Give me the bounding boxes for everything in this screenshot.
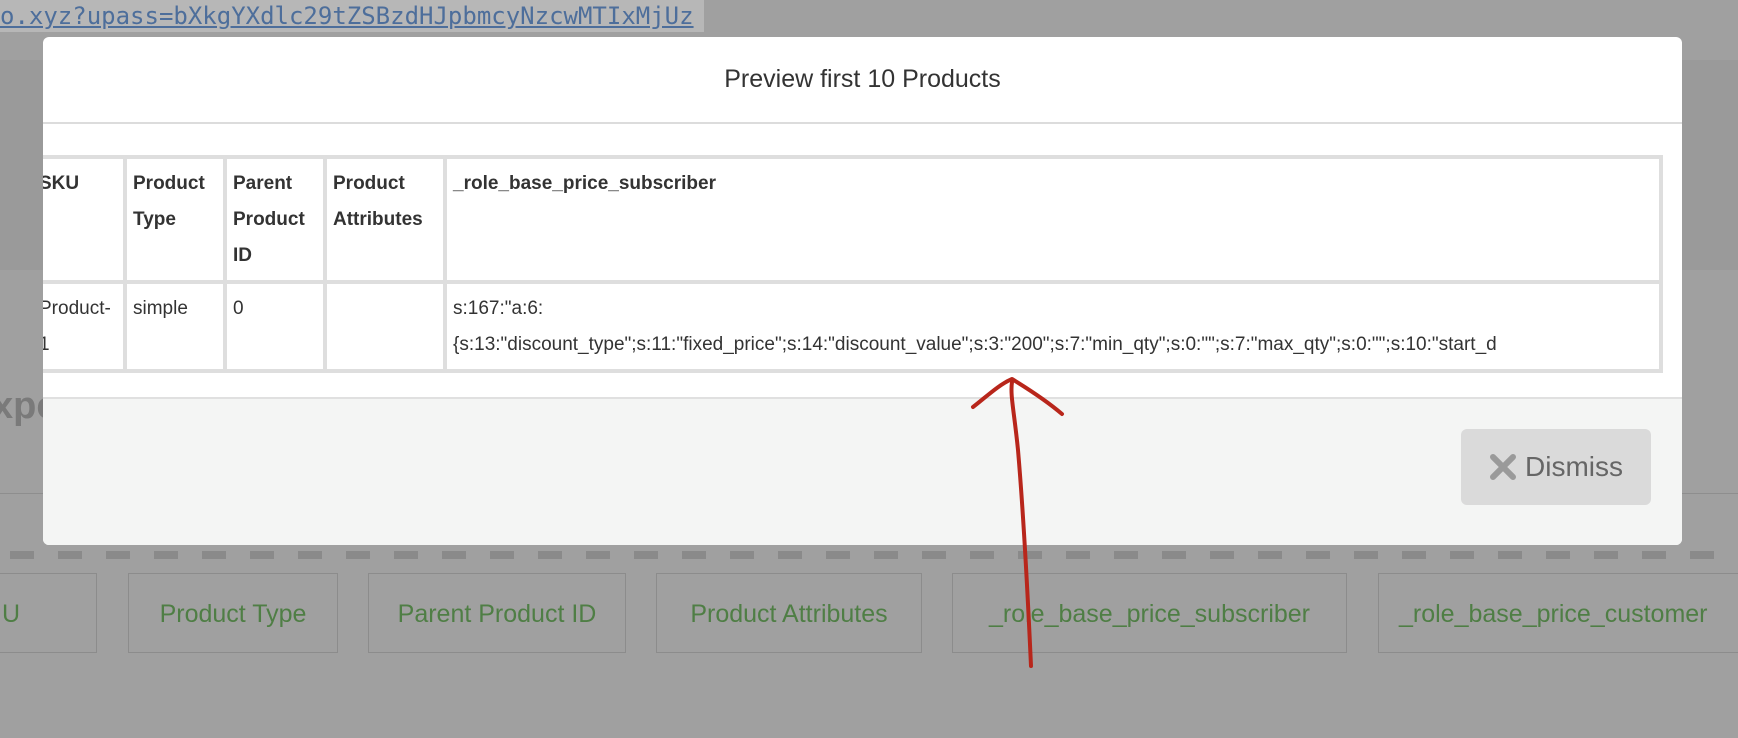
header-parent-product-id: Parent Product ID	[223, 155, 327, 284]
column-chip-role-base-price-customer: _role_base_price_customer	[1378, 573, 1738, 653]
header-role-base-price-subscriber: _role_base_price_subscriber	[443, 155, 1663, 284]
header-product-type: Product Type	[123, 155, 227, 284]
serialized-value-line-1: s:167:"a:6:	[453, 298, 544, 319]
cell-product-attributes	[323, 280, 447, 373]
header-sku: SKU	[43, 155, 127, 284]
column-chip-product-attributes: Product Attributes	[656, 573, 922, 653]
column-chip-role-base-price-subscriber: _role_base_price_subscriber	[952, 573, 1347, 653]
close-icon	[1489, 453, 1517, 481]
cell-product-type: simple	[123, 280, 227, 373]
serialized-value-line-2: {s:13:"discount_type";s:11:"fixed_price"…	[453, 334, 1497, 355]
preview-table-scroll[interactable]: SKU Product Type Parent Product ID Produ…	[43, 155, 1682, 403]
column-chip-product-type: Product Type	[128, 573, 338, 653]
modal-footer: Dismiss	[43, 397, 1682, 545]
modal-title: Preview first 10 Products	[43, 37, 1682, 124]
dismiss-label: Dismiss	[1525, 451, 1623, 482]
cell-role-base-price-subscriber: s:167:"a:6: {s:13:"discount_type";s:11:"…	[443, 280, 1663, 373]
column-chip-sku: U	[0, 573, 97, 653]
preview-table: SKU Product Type Parent Product ID Produ…	[43, 155, 1663, 373]
cell-parent-product-id: 0	[223, 280, 327, 373]
header-product-attributes: Product Attributes	[323, 155, 447, 284]
background-dashed-divider	[10, 551, 1738, 559]
column-chip-parent-product-id: Parent Product ID	[368, 573, 626, 653]
table-header-row: SKU Product Type Parent Product ID Produ…	[43, 155, 1663, 284]
background-url-link: o.xyz?upass=bXkgYXdlc29tZSBzdHJpbmcyNzcw…	[0, 0, 704, 32]
dismiss-button[interactable]: Dismiss	[1461, 429, 1651, 505]
table-row: Product-1 simple 0 s:167:"a:6: {s:13:"di…	[43, 280, 1663, 373]
preview-modal: Preview first 10 Products SKU Product Ty…	[43, 37, 1682, 545]
cell-sku: Product-1	[43, 280, 127, 373]
